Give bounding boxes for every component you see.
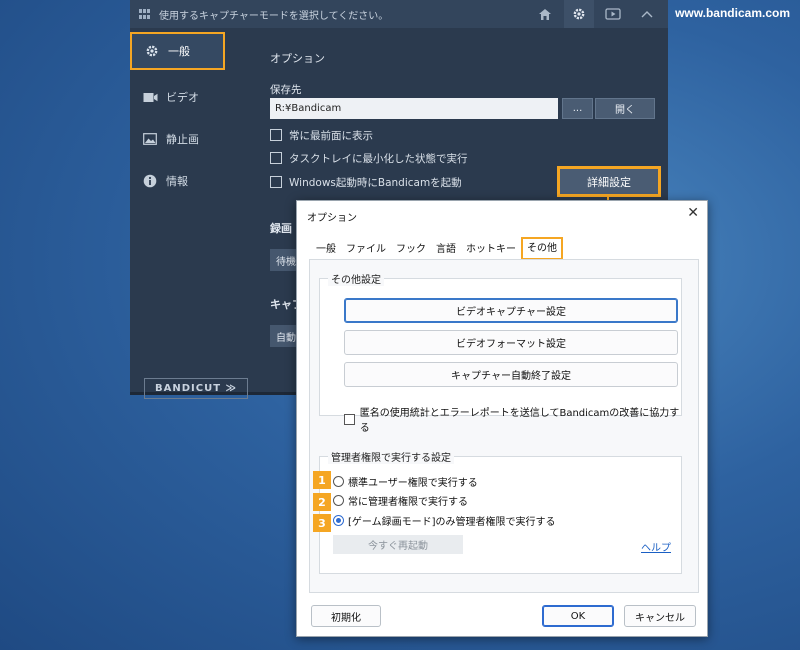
checkbox-label: 常に最前面に表示: [289, 129, 373, 142]
ok-button[interactable]: OK: [542, 605, 614, 627]
tab-other[interactable]: その他: [521, 237, 563, 260]
tab-general[interactable]: 一般: [311, 239, 341, 258]
video-capture-settings-button[interactable]: ビデオキャプチャー設定: [344, 298, 678, 323]
radio-label: 標準ユーザー権限で実行する: [348, 478, 478, 489]
gear-icon[interactable]: [564, 0, 594, 28]
info-icon: [142, 173, 158, 189]
cancel-button[interactable]: キャンセル: [624, 605, 696, 627]
radio-label: [ゲーム録画モード]のみ管理者権限で実行する: [348, 517, 556, 528]
start-minimized-checkbox[interactable]: タスクトレイに最小化した状態で実行: [270, 150, 468, 166]
radio-always-admin[interactable]: 常に管理者権限で実行する: [333, 493, 468, 508]
title-icon-bar: [530, 0, 662, 28]
reset-button[interactable]: 初期化: [311, 605, 381, 627]
save-to-label: 保存先: [270, 84, 302, 96]
tab-hook[interactable]: フック: [391, 239, 431, 258]
main-titlebar: 使用するキャプチャーモードを選択してください。: [130, 0, 668, 28]
group-label: その他設定: [328, 271, 384, 286]
anonymous-stats-checkbox[interactable]: 匿名の使用統計とエラーレポートを送信してBandicamの改善に協力する: [344, 404, 681, 434]
sidebar-item-label: 一般: [168, 45, 190, 58]
main-sidebar: 一般 ビデオ 静止画 情報 BANDICUT ≫: [130, 28, 250, 399]
video-icon[interactable]: [598, 0, 628, 28]
sidebar-item-general[interactable]: 一般: [130, 32, 225, 70]
auto-stop-settings-button[interactable]: キャプチャー自動終了設定: [344, 362, 678, 387]
image-icon: [142, 131, 158, 147]
always-on-top-checkbox[interactable]: 常に最前面に表示: [270, 127, 373, 143]
tab-language[interactable]: 言語: [431, 239, 461, 258]
step-badge-3: 3: [313, 514, 331, 532]
bandicut-button[interactable]: BANDICUT ≫: [144, 378, 248, 399]
save-path-field[interactable]: R:¥Bandicam: [270, 98, 558, 119]
sidebar-item-label: 静止画: [166, 133, 199, 146]
bandicam-watermark: www.bandicam.com: [675, 6, 790, 20]
chevron-up-icon[interactable]: [632, 0, 662, 28]
checkbox-box[interactable]: [270, 152, 282, 164]
video-camera-icon: [142, 89, 158, 105]
app-menu-icon[interactable]: [139, 9, 151, 19]
advanced-settings-button[interactable]: 詳細設定: [557, 166, 661, 197]
group-label: 管理者権限で実行する設定: [328, 449, 454, 464]
sidebar-item-image[interactable]: 静止画: [130, 120, 225, 158]
checkbox-box[interactable]: [270, 176, 282, 188]
checkbox-label: タスクトレイに最小化した状態で実行: [289, 152, 468, 165]
tab-hotkey[interactable]: ホットキー: [461, 239, 521, 258]
step-badge-1: 1: [313, 471, 331, 489]
step-badge-2: 2: [313, 493, 331, 511]
radio-button[interactable]: [333, 515, 344, 526]
browse-button[interactable]: ...: [562, 98, 593, 119]
restart-now-button[interactable]: 今すぐ再起動: [333, 535, 463, 554]
radio-game-mode-admin[interactable]: [ゲーム録画モード]のみ管理者権限で実行する: [333, 513, 556, 528]
sidebar-item-label: ビデオ: [166, 91, 199, 104]
radio-button[interactable]: [333, 495, 344, 506]
radio-standard-user[interactable]: 標準ユーザー権限で実行する: [333, 474, 478, 489]
gear-icon: [144, 43, 160, 59]
options-dialog: オプション ✕ 一般 ファイル フック 言語 ホットキー その他 その他設定 ビ…: [296, 200, 708, 637]
radio-button[interactable]: [333, 476, 344, 487]
sidebar-item-info[interactable]: 情報: [130, 162, 225, 200]
close-icon[interactable]: ✕: [687, 205, 699, 221]
dialog-title: オプション: [307, 213, 357, 224]
radio-label: 常に管理者権限で実行する: [348, 497, 468, 508]
sidebar-item-label: 情報: [166, 175, 188, 188]
other-settings-group: その他設定 ビデオキャプチャー設定 ビデオフォーマット設定 キャプチャー自動終了…: [319, 271, 682, 434]
options-heading: オプション: [270, 52, 325, 65]
checkbox-box[interactable]: [344, 413, 355, 425]
home-icon[interactable]: [530, 0, 560, 28]
record-mode-field[interactable]: 待機: [270, 249, 298, 271]
checkbox-label: Windows起動時にBandicamを起動: [289, 176, 462, 189]
capture-mode-field[interactable]: 自動: [270, 325, 298, 347]
tab-file[interactable]: ファイル: [341, 239, 391, 258]
help-link[interactable]: ヘルプ: [641, 539, 671, 554]
video-format-settings-button[interactable]: ビデオフォーマット設定: [344, 330, 678, 355]
dialog-tabs: 一般 ファイル フック 言語 ホットキー その他: [311, 237, 563, 260]
main-title: 使用するキャプチャーモードを選択してください。: [159, 10, 389, 22]
record-heading: 録画: [270, 222, 292, 235]
checkbox-box[interactable]: [270, 129, 282, 141]
sidebar-item-video[interactable]: ビデオ: [130, 78, 225, 116]
run-on-startup-checkbox[interactable]: Windows起動時にBandicamを起動: [270, 174, 462, 190]
checkbox-label: 匿名の使用統計とエラーレポートを送信してBandicamの改善に協力する: [359, 408, 680, 434]
open-folder-button[interactable]: 開く: [595, 98, 655, 119]
